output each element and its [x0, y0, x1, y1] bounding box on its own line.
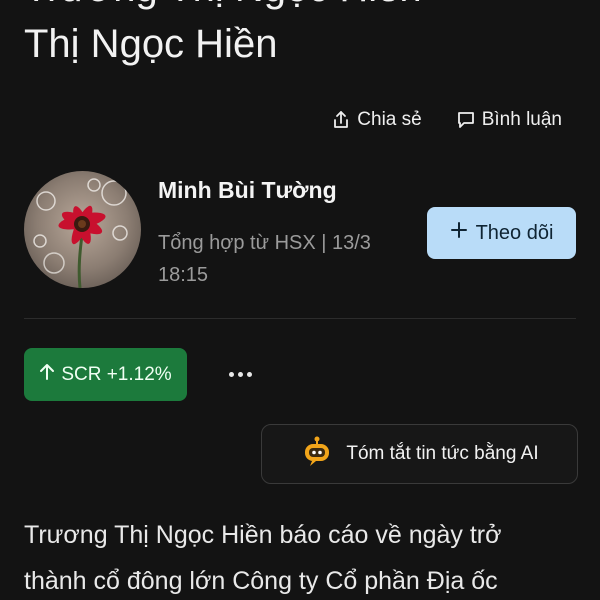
author-time: 18:15: [158, 264, 209, 286]
arrow-up-icon: [39, 363, 55, 387]
author-name[interactable]: Minh Bùi Tường: [158, 177, 337, 204]
article-body-line: thành cổ đông lớn Công ty Cổ phần Địa ốc: [24, 567, 498, 595]
article-page: Trương Thị Ngọc Hiền Thị Ngọc Hiền Chia …: [0, 0, 600, 600]
follow-label: Theo dõi: [475, 221, 554, 244]
author-source-date: Tổng hợp từ HSX | 13/3: [158, 232, 371, 254]
comment-label: Bình luận: [481, 109, 562, 130]
stock-ticker-badge[interactable]: SCR +1.12%: [24, 348, 187, 401]
ai-bot-icon: [300, 434, 334, 474]
ticker-label: SCR +1.12%: [61, 363, 172, 385]
divider: [24, 318, 576, 319]
author-meta: Tổng hợp từ HSX | 13/3 18:15: [158, 227, 418, 291]
share-button[interactable]: Chia sẻ: [331, 109, 422, 131]
article-body-line: Trương Thị Ngọc Hiền báo cáo về ngày trở: [24, 521, 502, 549]
plus-icon: [450, 221, 468, 245]
share-icon: [331, 110, 351, 130]
comment-icon: [456, 110, 476, 130]
article-title-line: Trương Thị Ngọc Hiền: [24, 0, 422, 16]
comment-button[interactable]: Bình luận: [456, 109, 562, 131]
article-title-line: Thị Ngọc Hiền: [24, 22, 278, 66]
more-icon[interactable]: [222, 360, 258, 388]
avatar[interactable]: [24, 171, 141, 288]
article-actions: Chia sẻ Bình luận: [331, 109, 562, 131]
article-body: Trương Thị Ngọc Hiền báo cáo về ngày trở…: [24, 512, 584, 600]
share-label: Chia sẻ: [357, 109, 422, 130]
ai-summary-label: Tóm tắt tin tức bằng AI: [346, 443, 539, 464]
follow-button[interactable]: Theo dõi: [427, 207, 576, 259]
author-block: Minh Bùi Tường Tổng hợp từ HSX | 13/3 18…: [24, 171, 576, 291]
ai-summary-button[interactable]: Tóm tắt tin tức bằng AI: [261, 424, 578, 484]
article-title: Trương Thị Ngọc Hiền Thị Ngọc Hiền: [24, 0, 422, 72]
